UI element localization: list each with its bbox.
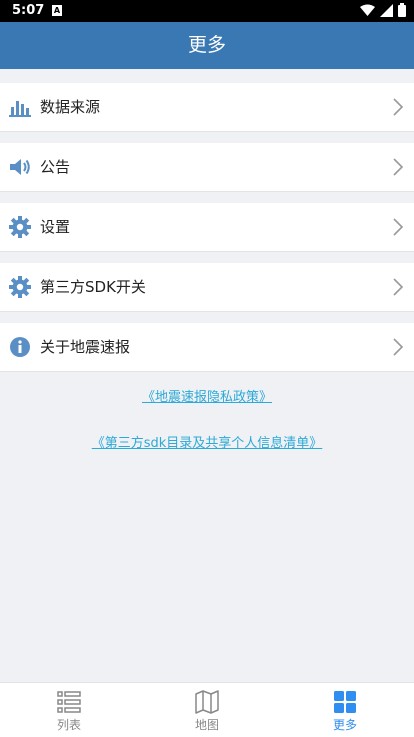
tab-label: 地图 xyxy=(194,718,219,732)
status-time: 5:07 xyxy=(12,3,45,18)
tab-map[interactable]: 地图 xyxy=(138,683,276,737)
chevron-right-icon xyxy=(393,98,404,116)
list-icon xyxy=(57,691,81,713)
page-title: 更多 xyxy=(187,34,226,56)
tab-label: 更多 xyxy=(332,718,357,732)
menu-item-settings[interactable]: 设置 xyxy=(0,203,414,252)
status-bar: 5:07 A xyxy=(0,0,414,22)
privacy-policy-link[interactable]: 《地震速报隐私政策》 xyxy=(0,386,414,405)
page-header: 更多 xyxy=(0,22,414,69)
notification-badge: A xyxy=(52,5,62,16)
gear-icon xyxy=(9,276,31,298)
tab-list[interactable]: 列表 xyxy=(0,683,138,737)
gear-icon xyxy=(9,216,31,238)
sdk-list-link[interactable]: 《第三方sdk目录及共享个人信息清单》 xyxy=(0,432,414,451)
info-icon xyxy=(10,337,30,357)
tab-more[interactable]: 更多 xyxy=(276,683,414,737)
battery-icon xyxy=(398,3,406,17)
chevron-right-icon xyxy=(393,278,404,296)
menu-item-about[interactable]: 关于地震速报 xyxy=(0,323,414,372)
bottom-tab-bar: 列表 地图 更多 xyxy=(0,682,414,737)
menu-item-label: 设置 xyxy=(40,218,71,236)
menu-item-announcement[interactable]: 公告 xyxy=(0,143,414,192)
chevron-right-icon xyxy=(393,158,404,176)
chevron-right-icon xyxy=(393,338,404,356)
map-icon xyxy=(195,690,219,714)
bar-chart-icon xyxy=(9,101,31,117)
grid-icon xyxy=(334,691,356,713)
status-icons xyxy=(360,3,406,17)
signal-icon xyxy=(380,3,393,17)
speaker-icon xyxy=(10,159,30,175)
menu-item-label: 数据来源 xyxy=(40,98,101,116)
wifi-icon xyxy=(360,4,375,16)
menu-item-data-source[interactable]: 数据来源 xyxy=(0,83,414,132)
tab-label: 列表 xyxy=(56,718,81,732)
menu-item-label: 关于地震速报 xyxy=(40,338,131,356)
menu-item-label: 公告 xyxy=(40,158,71,176)
menu-item-third-party-sdk[interactable]: 第三方SDK开关 xyxy=(0,263,414,312)
chevron-right-icon xyxy=(393,218,404,236)
menu-item-label: 第三方SDK开关 xyxy=(40,278,146,296)
